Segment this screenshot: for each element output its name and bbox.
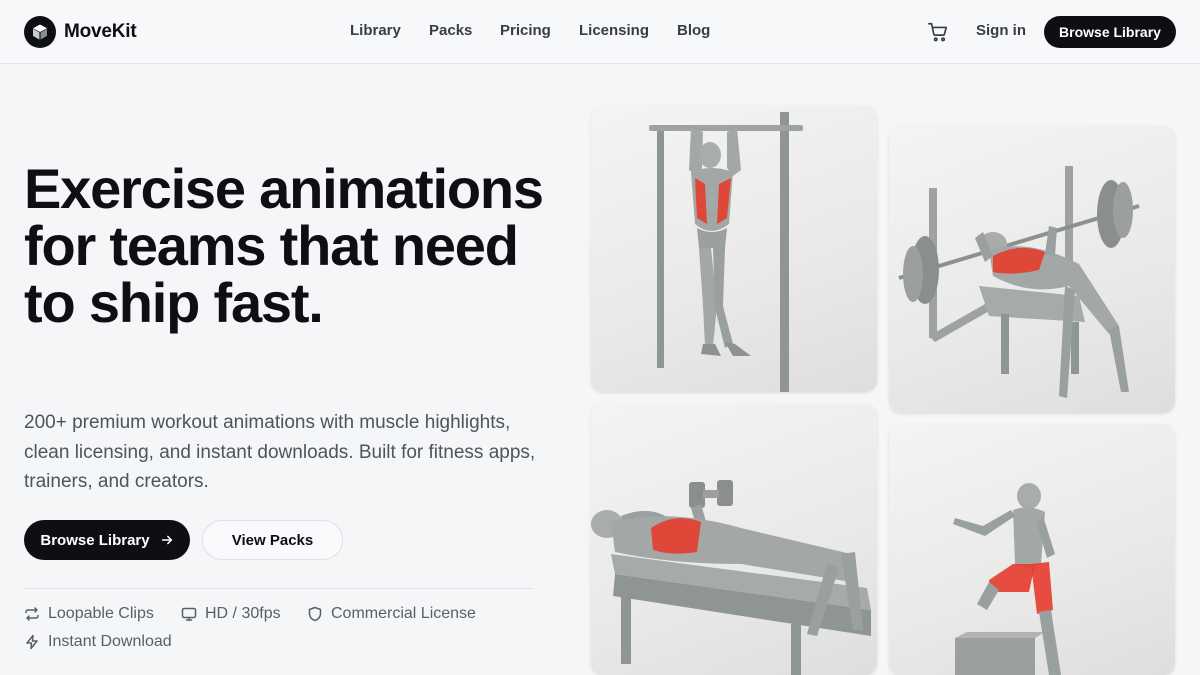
feature-label: Commercial License bbox=[331, 605, 476, 622]
arrow-right-icon bbox=[161, 535, 172, 545]
step-up-figure-illustration bbox=[953, 483, 1061, 675]
feature-download: Instant Download bbox=[24, 633, 172, 651]
lightning-icon bbox=[26, 634, 38, 650]
barbell-bench-press-card[interactable] bbox=[889, 126, 1175, 413]
dumbbell-bench-press-card[interactable] bbox=[591, 404, 877, 675]
monitor-icon bbox=[181, 607, 197, 621]
sign-in-link[interactable]: Sign in bbox=[976, 22, 1026, 39]
hero-description: 200+ premium workout animations with mus… bbox=[24, 412, 536, 492]
cube-icon bbox=[24, 16, 56, 48]
nav-library[interactable]: Library bbox=[350, 22, 401, 39]
view-packs-label: View Packs bbox=[231, 531, 314, 549]
brand-logo[interactable]: MoveKit bbox=[24, 16, 137, 48]
feature-hd: HD / 30fps bbox=[181, 605, 281, 623]
pullup-animation-card[interactable] bbox=[591, 106, 877, 392]
features-divider bbox=[24, 588, 534, 589]
feature-license: Commercial License bbox=[307, 605, 476, 623]
repeat-icon bbox=[25, 607, 39, 621]
browse-library-label: Browse Library bbox=[40, 531, 150, 549]
top-navigation-bar: MoveKit Library Packs Pricing Licensing … bbox=[0, 0, 1200, 64]
shield-icon bbox=[308, 606, 322, 622]
shopping-cart-icon[interactable] bbox=[927, 21, 949, 43]
dumbbell-press-figure-illustration bbox=[591, 480, 871, 675]
box-step-up-card[interactable] bbox=[889, 424, 1175, 675]
bench-press-figure-illustration bbox=[898, 166, 1140, 398]
feature-label: HD / 30fps bbox=[205, 605, 281, 622]
brand-name: MoveKit bbox=[64, 21, 137, 42]
view-packs-button[interactable]: View Packs bbox=[202, 520, 343, 560]
hero-headline: Exercise animations for teams that need … bbox=[24, 157, 544, 334]
nav-blog[interactable]: Blog bbox=[677, 22, 710, 39]
feature-label: Instant Download bbox=[48, 633, 172, 650]
browse-library-button[interactable]: Browse Library bbox=[24, 520, 190, 560]
feature-label: Loopable Clips bbox=[48, 605, 154, 622]
nav-licensing[interactable]: Licensing bbox=[579, 22, 649, 39]
pullup-figure-illustration bbox=[649, 112, 803, 392]
nav-packs[interactable]: Packs bbox=[429, 22, 472, 39]
feature-loopable: Loopable Clips bbox=[24, 605, 154, 623]
header-browse-library-button[interactable]: Browse Library bbox=[1044, 16, 1176, 48]
nav-pricing[interactable]: Pricing bbox=[500, 22, 551, 39]
